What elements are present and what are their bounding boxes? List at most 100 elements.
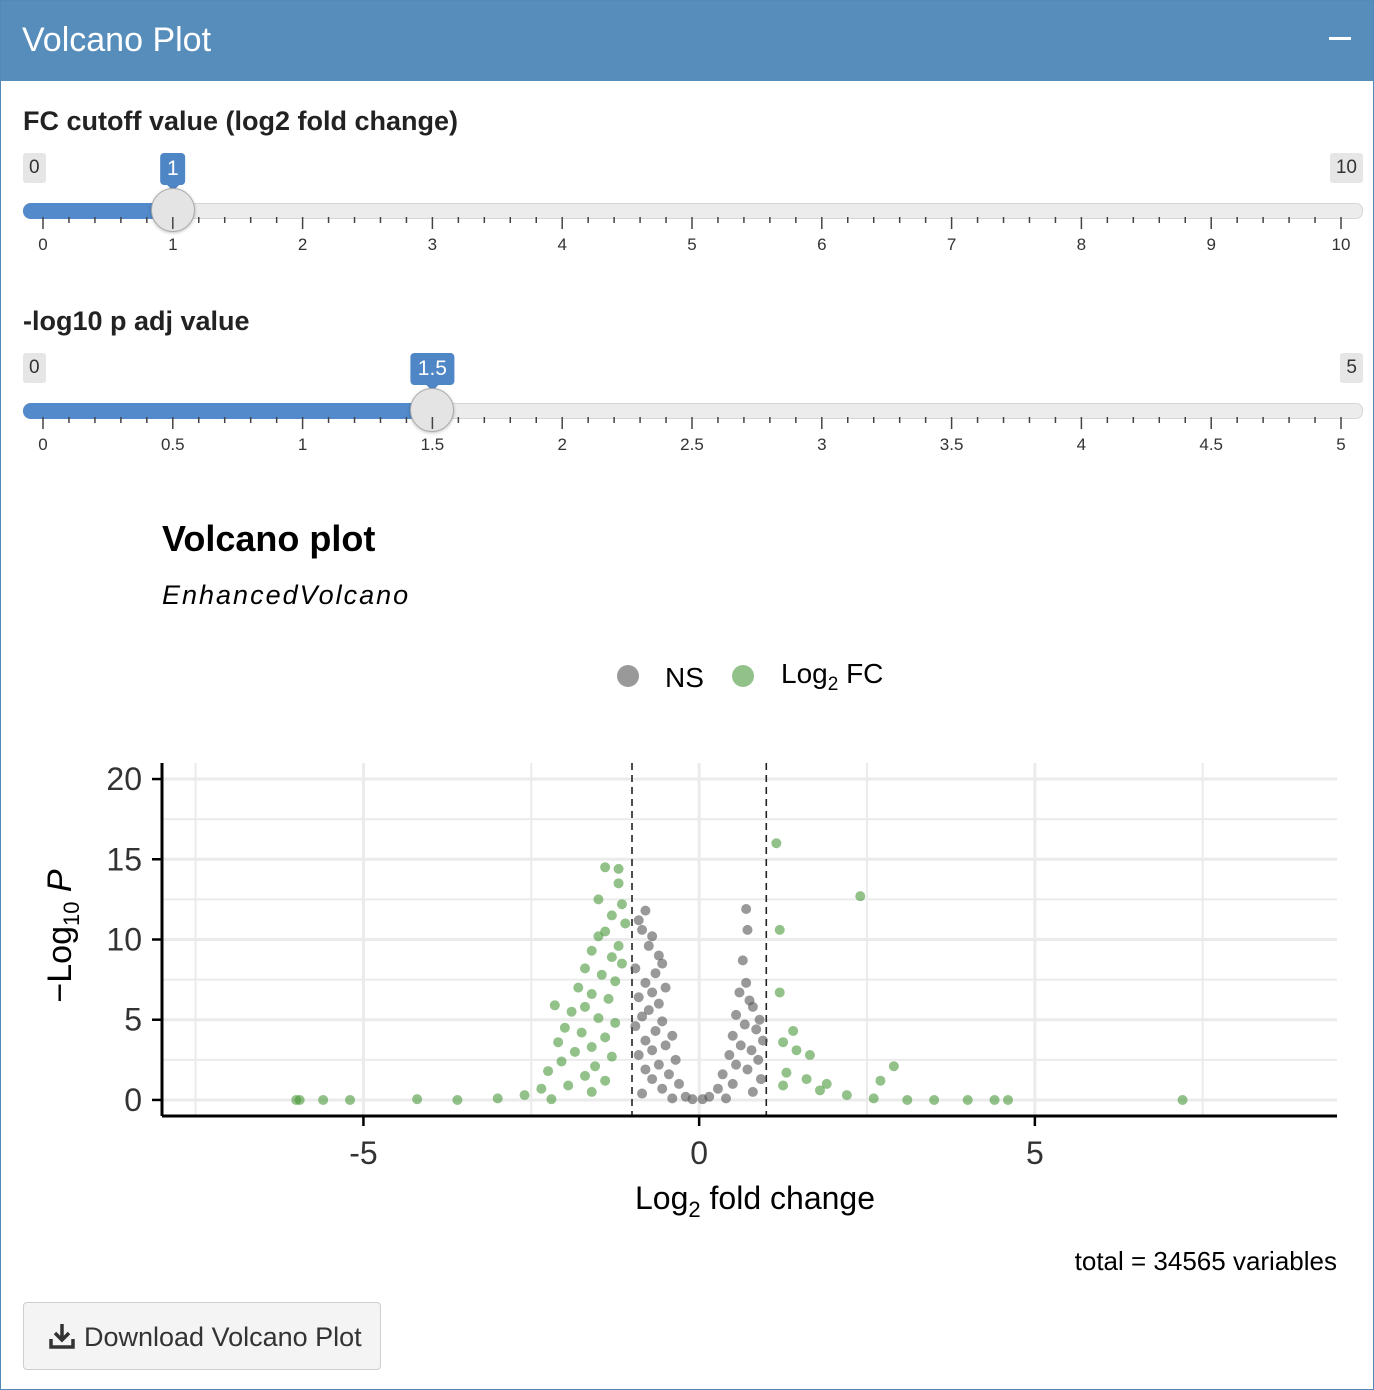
padj-slider: -log10 p adj value 0 5 1.5 0 0.5 1 1.5 2 2.5 3… xyxy=(23,305,1363,465)
ns-point xyxy=(640,977,651,988)
ns-point xyxy=(742,1064,753,1075)
log2fc-point xyxy=(573,982,584,993)
slider-tick-label: 5 xyxy=(687,235,696,254)
y-tick-label: 20 xyxy=(106,761,142,797)
ns-point xyxy=(650,968,661,979)
log2fc-point xyxy=(603,993,614,1004)
ns-point xyxy=(640,1035,651,1046)
log2fc-point xyxy=(596,969,607,980)
ns-point xyxy=(633,992,644,1003)
ns-point xyxy=(660,982,671,993)
slider-tick-label: 1.5 xyxy=(421,435,445,454)
ns-point xyxy=(657,1016,668,1027)
y-axis-label: −Log10 P xyxy=(41,869,84,1003)
download-volcano-button[interactable]: Download Volcano Plot xyxy=(23,1302,381,1370)
log2fc-point xyxy=(841,1090,852,1101)
ns-point xyxy=(737,955,748,966)
slider-value-badge: 1 xyxy=(159,153,186,191)
ns-point xyxy=(721,1093,731,1104)
download-icon xyxy=(49,1324,75,1349)
slider-ticks: 0 1 2 3 4 5 6 7 8 9 10 xyxy=(38,217,1351,254)
log2fc-point xyxy=(318,1094,329,1105)
collapse-button[interactable] xyxy=(1325,17,1355,57)
slider-min-label: 0 xyxy=(23,153,46,183)
ns-point xyxy=(747,1001,758,1012)
x-tick-label: -5 xyxy=(349,1135,377,1171)
fc-cutoff-label: FC cutoff value (log2 fold change) xyxy=(23,106,459,136)
log2fc-point xyxy=(868,1093,879,1104)
ns-point xyxy=(727,1030,738,1041)
ns-point xyxy=(647,1074,658,1085)
ns-point xyxy=(697,1094,708,1105)
y-tick-label: 0 xyxy=(124,1082,142,1118)
log2fc-point xyxy=(801,1074,812,1085)
ns-point xyxy=(667,1030,678,1041)
chart-subtitle: EnhancedVolcano xyxy=(162,580,410,610)
ns-point xyxy=(633,915,644,926)
log2fc-point xyxy=(556,1056,567,1067)
data-points xyxy=(291,838,1188,1105)
ns-point xyxy=(640,1064,651,1075)
ns-point xyxy=(640,905,651,916)
log2fc-point xyxy=(291,1094,302,1105)
log2fc-point xyxy=(929,1094,940,1105)
minus-icon xyxy=(1329,37,1351,40)
log2fc-point xyxy=(815,1085,825,1096)
slider-tick-label: 3.5 xyxy=(940,435,964,454)
ns-point xyxy=(741,904,752,915)
log2fc-point xyxy=(771,838,782,849)
slider-tick-label: 3 xyxy=(428,235,437,254)
slider-tick-label: 1 xyxy=(168,235,177,254)
log2fc-point xyxy=(606,910,617,921)
log2fc-point xyxy=(586,945,597,956)
log2fc-point xyxy=(989,1094,1000,1105)
slider-tick-label: 4.5 xyxy=(1199,435,1223,454)
chart-caption: total = 34565 variables xyxy=(1075,1246,1337,1276)
ns-point xyxy=(755,1074,766,1085)
ns-point xyxy=(727,1078,738,1089)
ns-point xyxy=(739,1019,750,1030)
log2fc-point xyxy=(519,1090,530,1101)
log2fc-point xyxy=(962,1094,973,1105)
ns-point xyxy=(637,1011,648,1022)
ns-point xyxy=(734,987,745,998)
log2fc-point xyxy=(1003,1094,1013,1105)
log2fc-point xyxy=(593,894,604,905)
log2fc-point xyxy=(452,1094,463,1105)
chart-legend: NS Log2 FC xyxy=(617,658,883,695)
chart-axes: -5 0 5 0 5 10 15 20 xyxy=(106,761,1337,1171)
log2fc-point xyxy=(586,1086,597,1097)
ns-point xyxy=(754,1014,765,1025)
log2fc-point xyxy=(616,958,627,969)
ns-point xyxy=(660,1040,671,1051)
log2fc-point xyxy=(536,1083,547,1094)
ns-point xyxy=(647,931,658,942)
ns-point xyxy=(753,1054,764,1065)
panel-title: Volcano Plot xyxy=(22,21,212,59)
ns-point xyxy=(724,1050,735,1061)
log2fc-point xyxy=(774,987,785,998)
slider-tick-label: 4 xyxy=(557,235,566,254)
log2fc-point xyxy=(593,1013,604,1024)
log2fc-point xyxy=(606,1051,617,1062)
volcano-chart: Volcano plot EnhancedVolcano NS Log2 FC -… xyxy=(41,518,1337,1276)
slider-tick-label: 10 xyxy=(1332,235,1351,254)
ns-point xyxy=(746,1045,757,1056)
ns-point xyxy=(647,1045,658,1056)
log2fc-point xyxy=(569,1046,580,1057)
slider-tick-label: 7 xyxy=(947,235,956,254)
legend-log2fc-marker xyxy=(732,665,754,687)
log2fc-point xyxy=(1177,1094,1188,1105)
panel-header: Volcano Plot xyxy=(1,1,1373,81)
log2fc-point xyxy=(543,1066,554,1077)
ns-point xyxy=(667,1093,678,1104)
ns-point xyxy=(747,1086,758,1097)
legend-ns-marker xyxy=(617,665,639,687)
log2fc-point xyxy=(613,878,624,889)
slider-tick-label: 9 xyxy=(1206,235,1215,254)
y-tick-label: 15 xyxy=(106,841,142,877)
ns-point xyxy=(637,1088,648,1099)
fc-cutoff-slider: FC cutoff value (log2 fold change) 0 10 … xyxy=(23,105,1363,265)
slider-min-label: 0 xyxy=(23,353,46,383)
slider-max-label: 5 xyxy=(1340,353,1363,383)
